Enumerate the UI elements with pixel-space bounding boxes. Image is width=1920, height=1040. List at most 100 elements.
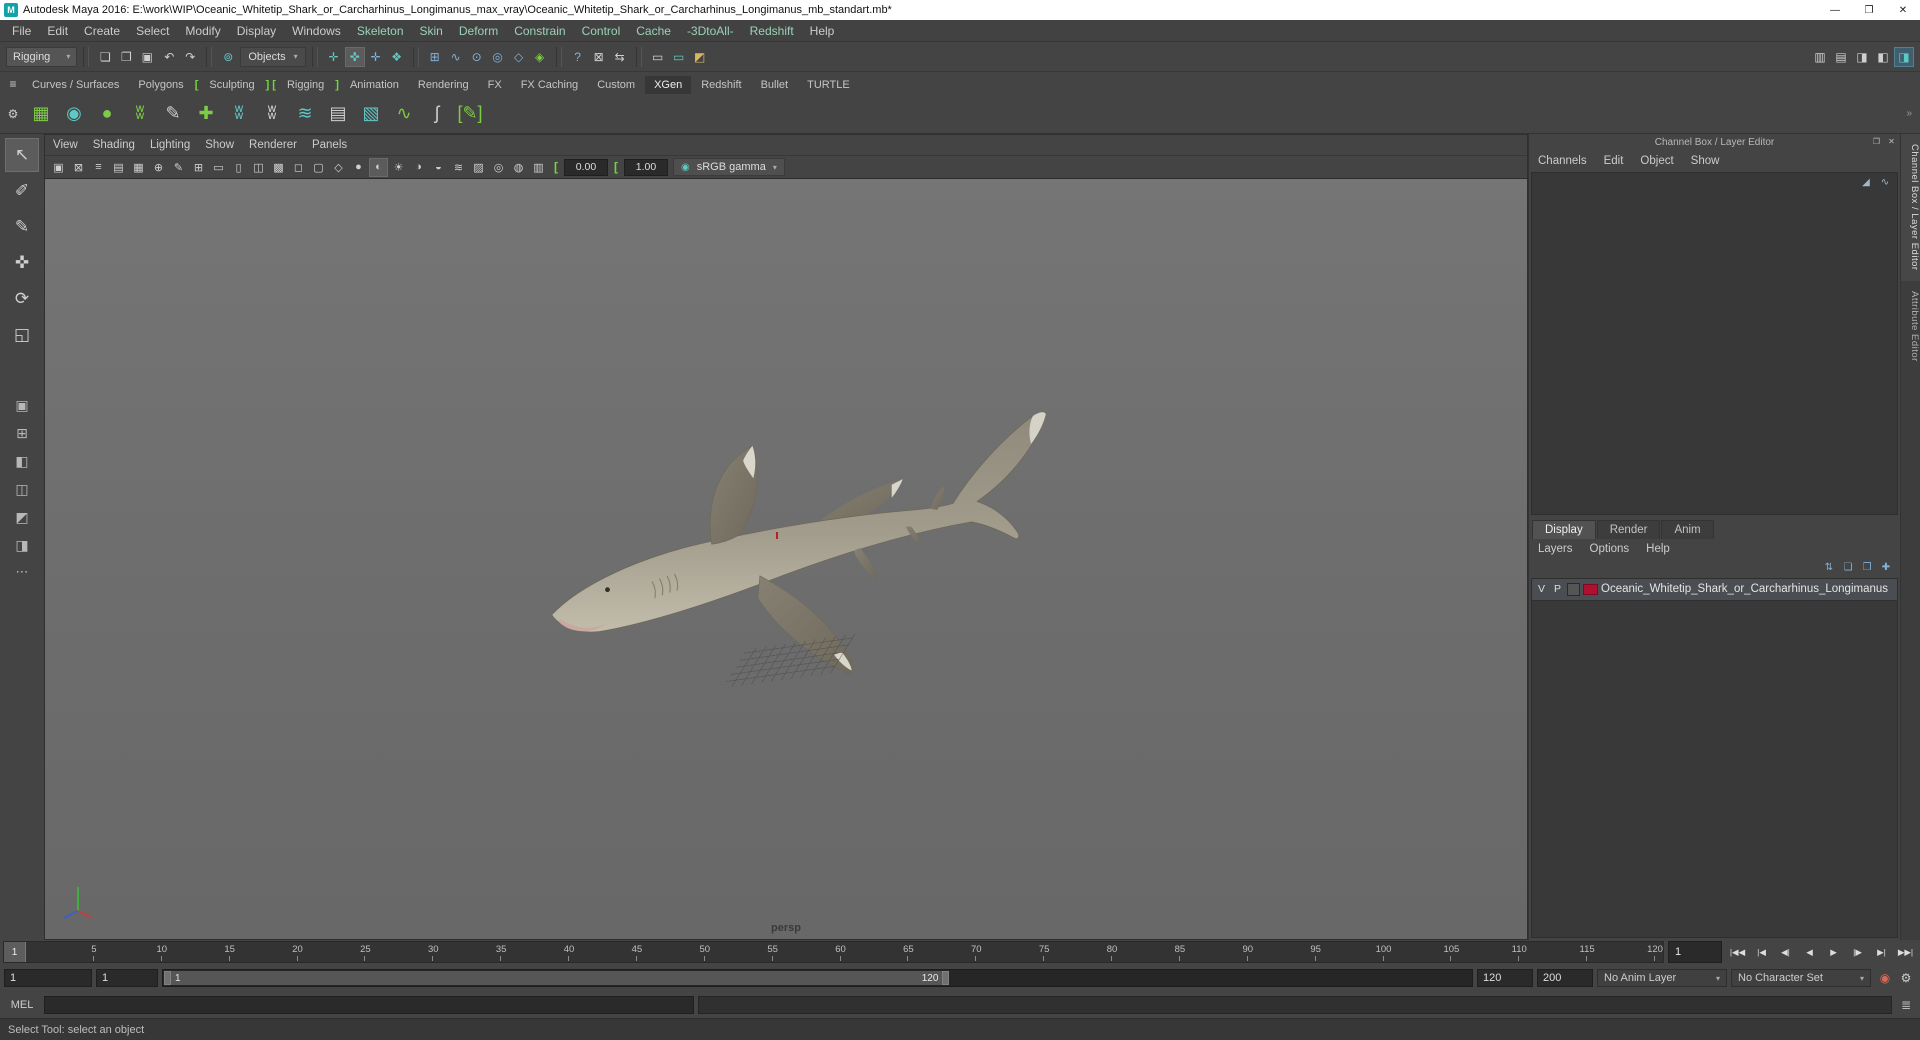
xgen-density-brush-icon[interactable]: ≋ [289,98,321,130]
panel-menu-item[interactable]: Renderer [249,139,297,151]
persp-uv-layout-button[interactable]: ◨ [7,532,37,558]
menu-item[interactable]: Control [574,24,629,38]
step-back-frame-button[interactable]: |◀ [1750,942,1773,962]
layer-editor-menu-item[interactable]: Help [1646,543,1670,555]
bookmarks-icon[interactable]: ▤ [109,158,128,177]
textured-icon[interactable]: ◐ [369,157,388,177]
grease-pencil-icon[interactable]: ✎ [169,158,188,177]
shelf-tab[interactable]: [ [271,76,277,94]
menu-item[interactable]: -3DtoAll- [679,24,742,38]
single-pane-layout-button[interactable]: ▣ [7,392,37,418]
render-current-frame-icon[interactable]: ▭ [648,47,668,67]
xgen-place-guides-icon[interactable]: ✚ [190,98,222,130]
menu-item[interactable]: Windows [284,24,349,38]
go-to-start-button[interactable]: |◀◀ [1726,942,1749,962]
menu-item[interactable]: Skin [412,24,451,38]
range-end-handle[interactable] [942,971,950,985]
motion-blur-icon[interactable]: ≋ [449,158,468,177]
2d-pan-zoom-icon[interactable]: ⊕ [149,158,168,177]
anim-layer-dropdown[interactable]: No Anim Layer ▾ [1597,969,1727,987]
minimize-button[interactable]: — [1818,0,1852,20]
tool-settings-toggle-icon[interactable]: ◧ [1873,47,1893,67]
viewport[interactable]: persp [45,179,1527,939]
select-mode-icon[interactable]: ⊚ [218,47,238,67]
layer-editor-menu-item[interactable]: Options [1590,543,1630,555]
gate-mask-icon[interactable]: ◫ [249,158,268,177]
select-tool[interactable]: ↖ [5,138,39,172]
open-scene-icon[interactable]: ❐ [116,47,136,67]
time-slider[interactable]: 1 5 10 15 20 25 30 35 40 45 50 55 60 65 70 75 80 85 90 95 1… [3,941,1664,963]
xgen-add-guides-icon[interactable]: ʬ [124,98,156,130]
layer-editor-tab[interactable]: Render [1596,519,1661,539]
screen-space-ao-icon[interactable]: ◒ [429,158,448,177]
shadows-icon[interactable]: ◑ [409,158,428,177]
highlight-selection-mode-icon[interactable]: ❖ [387,47,407,67]
layer-editor-menu-item[interactable]: Layers [1538,543,1573,555]
menu-item[interactable]: Deform [451,24,506,38]
close-button[interactable]: ✕ [1886,0,1920,20]
xgen-create-collection-icon[interactable]: ● [91,98,123,130]
shelf-tab[interactable]: Rigging [278,76,333,94]
modeling-toolkit-toggle-icon[interactable]: ▥ [1810,47,1830,67]
snap-to-projected-center-icon[interactable]: ◎ [488,47,508,67]
shelf-tab-menu-icon[interactable]: ≡ [3,74,23,94]
shelf-tab[interactable]: Sculpting [200,76,263,94]
channel-box-menu-item[interactable]: Show [1691,155,1720,167]
xgen-attribute-map-icon[interactable]: ▤ [322,98,354,130]
close-panel-icon[interactable]: ✕ [1885,135,1898,148]
panel-dock-tab[interactable]: Attribute Editor [1901,281,1920,372]
layer-playback-toggle[interactable]: P [1551,583,1564,595]
xgen-create-description-icon[interactable]: ◉ [58,98,90,130]
restore-button[interactable]: ❐ [1852,0,1886,20]
image-plane-icon[interactable]: ▦ [129,158,148,177]
xgen-clump-modifier-icon[interactable]: ∿ [388,98,420,130]
panel-menu-item[interactable]: Panels [312,139,347,151]
layer-color-swatch[interactable] [1583,583,1598,595]
hyperbolic-manip-icon[interactable]: ∿ [1878,175,1892,189]
shelf-tab[interactable]: Polygons [129,76,192,94]
channel-box-toggle-icon[interactable]: ◨ [1894,46,1914,67]
rotate-tool[interactable]: ⟳ [5,282,39,316]
ipr-render-icon[interactable]: ▭ [669,47,689,67]
exposure-toggle-icon[interactable]: [ [549,160,563,174]
shelf-tab[interactable]: [ [194,76,200,94]
redo-icon[interactable]: ↷ [180,47,200,67]
paint-select-tool[interactable]: ✎ [5,210,39,244]
isolate-select-icon[interactable]: ◍ [509,158,528,177]
layer-display-type-box[interactable] [1567,582,1580,596]
menu-item[interactable]: Cache [628,24,679,38]
step-back-key-button[interactable]: ◀| [1774,942,1797,962]
shelf-tab[interactable]: FX Caching [512,76,587,94]
lasso-tool[interactable]: ✐ [5,174,39,208]
channel-list-area[interactable]: ◢ ∿ [1531,172,1898,515]
range-start-handle[interactable] [164,971,171,985]
layer-visibility-toggle[interactable]: V [1535,583,1548,595]
menu-item[interactable]: File [4,24,39,38]
script-editor-icon[interactable]: ≣ [1896,995,1916,1015]
go-to-end-button[interactable]: ▶▶| [1894,942,1917,962]
shelf-tab[interactable]: XGen [645,76,692,94]
safe-title-icon[interactable]: ▢ [309,158,328,177]
select-by-hierarchy-icon[interactable]: ✛ [324,47,344,67]
four-pane-layout-button[interactable]: ⊞ [7,420,37,446]
attribute-editor-toggle-icon[interactable]: ◨ [1852,47,1872,67]
shelf-tab[interactable]: FX [479,76,511,94]
menu-item[interactable]: Select [128,24,177,38]
depth-of-field-icon[interactable]: ◎ [489,158,508,177]
film-gate-icon[interactable]: ▭ [209,158,228,177]
layer-editor-tab[interactable]: Display [1532,519,1596,539]
shelf-tab[interactable]: ] [334,76,340,94]
undo-icon[interactable]: ↶ [159,47,179,67]
safe-action-icon[interactable]: ◻ [289,158,308,177]
xgen-comb-guides-icon[interactable]: ʬ [223,98,255,130]
playback-end-field[interactable]: 120 [1477,969,1533,987]
layer-options-icon[interactable]: ✚ [1878,560,1894,575]
persp-graph-layout-button[interactable]: ◫ [7,476,37,502]
menu-item[interactable]: Modify [177,24,228,38]
character-set-dropdown[interactable]: No Character Set ▾ [1731,969,1871,987]
xgen-sculpt-guides-icon[interactable]: ✎ [157,98,189,130]
channel-box-menu-item[interactable]: Edit [1604,155,1624,167]
step-forward-frame-button[interactable]: ▶| [1870,942,1893,962]
lock-camera-icon[interactable]: ⊠ [69,158,88,177]
command-result-field[interactable] [698,996,1892,1014]
